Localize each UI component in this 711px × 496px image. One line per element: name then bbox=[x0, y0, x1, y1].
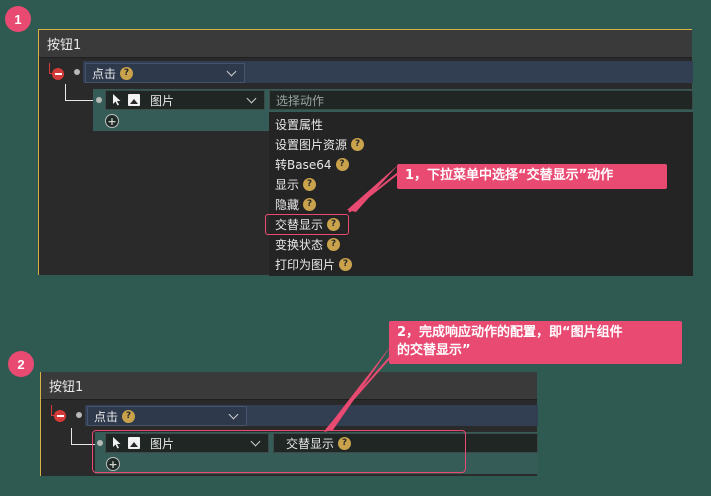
interaction-panel-2: 按钮1 点击 ? 图片 + 交替显示 ? bbox=[40, 372, 538, 476]
help-icon[interactable]: ? bbox=[122, 409, 136, 423]
panel-title: 按钮1 bbox=[39, 30, 692, 58]
chevron-down-icon bbox=[246, 93, 257, 104]
event-select[interactable]: 点击 ? bbox=[87, 406, 247, 426]
help-icon[interactable]: ? bbox=[120, 66, 134, 80]
dropdown-item[interactable]: 设置图片资源? bbox=[275, 135, 365, 153]
event-select[interactable]: 点击 ? bbox=[85, 63, 245, 83]
event-select-value: 点击 bbox=[94, 409, 119, 424]
panel-edge bbox=[38, 29, 39, 133]
highlight-box bbox=[265, 214, 349, 235]
help-icon[interactable]: ? bbox=[303, 177, 317, 191]
help-icon[interactable]: ? bbox=[303, 197, 317, 211]
dropdown-item[interactable]: 设置属性 bbox=[275, 115, 323, 133]
remove-event-icon[interactable] bbox=[52, 68, 64, 80]
panel-title-text: 按钮1 bbox=[47, 38, 82, 53]
drag-handle-dot[interactable] bbox=[76, 412, 82, 418]
dropdown-item[interactable]: 打印为图片? bbox=[275, 255, 353, 273]
event-select-value: 点击 bbox=[92, 66, 117, 81]
remove-event-icon[interactable] bbox=[54, 410, 66, 422]
action-dropdown: 设置属性 设置图片资源? 转Base64? 显示? 隐藏? 交替显示? 变换状态… bbox=[265, 112, 693, 276]
cursor-icon bbox=[113, 94, 121, 106]
help-icon[interactable]: ? bbox=[339, 257, 353, 271]
action-select-placeholder: 选择动作 bbox=[276, 93, 325, 108]
interaction-panel-1: 按钮1 点击 ? 图片 + 选择动作 设置属性 设置图片资源? 转Base64?… bbox=[38, 29, 693, 276]
dropdown-item[interactable]: 显示? bbox=[275, 175, 317, 193]
help-icon[interactable]: ? bbox=[327, 237, 341, 251]
panel-title-text: 按钮1 bbox=[49, 380, 84, 395]
help-icon[interactable]: ? bbox=[335, 157, 349, 171]
drag-handle-dot[interactable] bbox=[96, 97, 102, 103]
dropdown-item[interactable]: 隐藏? bbox=[275, 195, 317, 213]
drag-handle-dot[interactable] bbox=[74, 69, 80, 75]
add-action-icon[interactable]: + bbox=[105, 114, 119, 128]
callout-step-2: 2，完成响应动作的配置，即“图片组件 的交替显示” bbox=[389, 321, 682, 364]
action-select[interactable]: 选择动作 bbox=[269, 90, 693, 110]
callout-step-1: 1，下拉菜单中选择“交替显示”动作 bbox=[397, 164, 667, 189]
chevron-down-icon bbox=[226, 66, 237, 77]
dropdown-item[interactable]: 变换状态? bbox=[275, 235, 341, 253]
highlight-box bbox=[92, 430, 466, 473]
image-icon bbox=[128, 94, 140, 106]
dropdown-item[interactable]: 转Base64? bbox=[275, 155, 349, 173]
target-select[interactable]: 图片 bbox=[105, 90, 265, 110]
step-badge-2: 2 bbox=[8, 351, 34, 377]
step-badge-1: 1 bbox=[5, 6, 31, 32]
chevron-down-icon bbox=[228, 409, 239, 420]
panel-title: 按钮1 bbox=[41, 372, 537, 400]
help-icon[interactable]: ? bbox=[351, 137, 365, 151]
target-select-value: 图片 bbox=[150, 93, 175, 108]
